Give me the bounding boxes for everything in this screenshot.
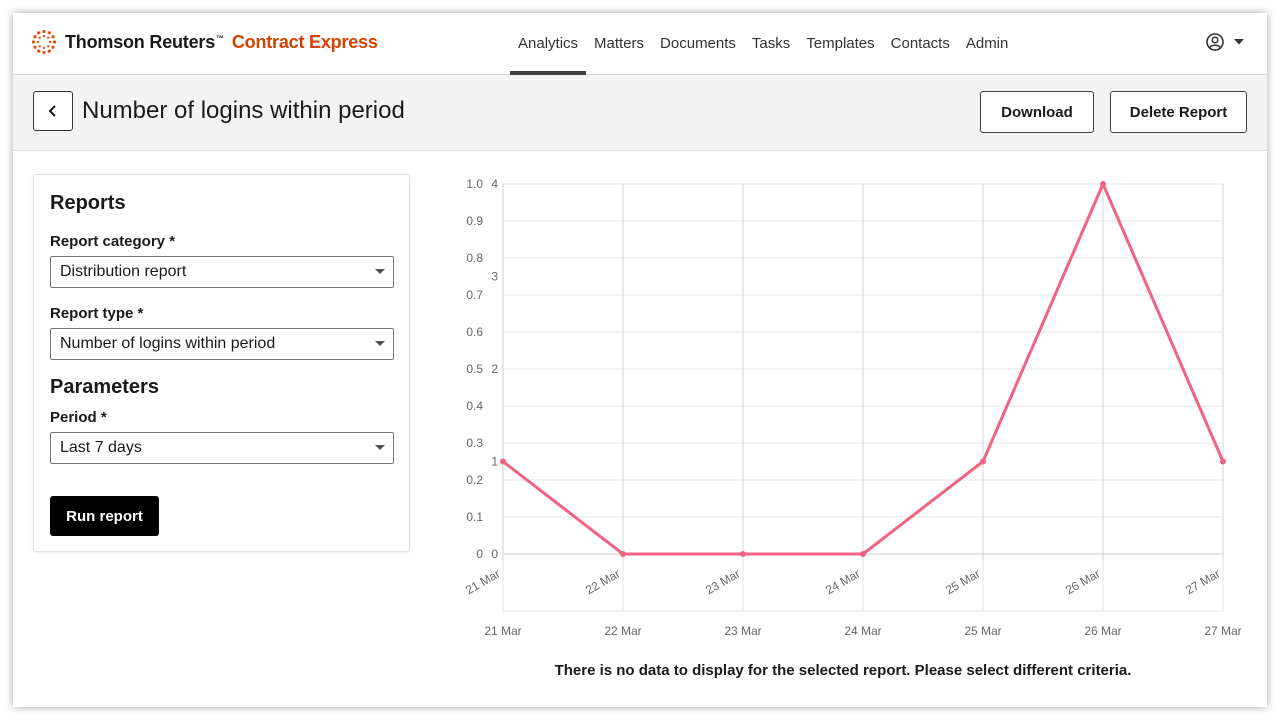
trademark-symbol: ™ (216, 33, 224, 43)
data-point (620, 551, 626, 557)
y2-tick-label: 0.7 (466, 288, 483, 302)
data-point (980, 458, 986, 465)
data-point (500, 458, 506, 465)
period-value: Last 7 days (60, 439, 142, 456)
page-title: Number of logins within period (82, 97, 405, 124)
report-type-value: Number of logins within period (60, 335, 276, 352)
dropdown-caret-icon (375, 445, 385, 450)
data-point (740, 551, 746, 557)
x-tick-label-rotated: 21 Mar (463, 566, 502, 597)
y2-tick-label: 0.3 (466, 436, 483, 450)
y-tick-label: 3 (491, 270, 498, 284)
back-button[interactable] (33, 91, 73, 131)
report-category-label: Report category * (50, 233, 176, 250)
y-tick-label: 1 (491, 455, 498, 469)
y2-tick-label: 0.5 (466, 362, 483, 376)
page-header: Number of logins within period Download … (13, 75, 1267, 151)
x-tick-label: 26 Mar (1084, 624, 1121, 638)
no-data-message: There is no data to display for the sele… (554, 662, 1132, 679)
thomson-reuters-dots-icon (31, 29, 57, 55)
x-tick-label: 27 Mar (1204, 624, 1241, 638)
parameters-heading: Parameters (50, 376, 159, 398)
main-nav: Analytics Matters Documents Tasks Templa… (510, 13, 1017, 75)
x-tick-label-rotated: 22 Mar (583, 566, 622, 597)
data-point (1100, 181, 1106, 187)
report-category-value: Distribution report (60, 263, 187, 280)
nav-admin[interactable]: Admin (958, 13, 1017, 74)
y-tick-label: 2 (491, 362, 498, 376)
data-point (1220, 458, 1226, 465)
x-tick-label-rotated: 26 Mar (1063, 566, 1102, 597)
x-tick-label: 24 Mar (844, 624, 881, 638)
period-select[interactable]: Last 7 days (50, 432, 394, 464)
delete-report-button[interactable]: Delete Report (1110, 91, 1247, 133)
logins-line-chart: 0 0.1 0.2 0.3 0.4 0.5 0.6 0.7 0.8 0.9 1.0 0 1 2 3 4 21 M… (463, 177, 1242, 638)
download-button[interactable]: Download (980, 91, 1094, 133)
y2-tick-label: 0.9 (466, 214, 483, 228)
app-window: Thomson Reuters™ Contract Express Analyt… (13, 13, 1267, 707)
user-circle-icon (1206, 33, 1224, 51)
report-category-select[interactable]: Distribution report (50, 256, 394, 288)
top-navigation-bar: Thomson Reuters™ Contract Express Analyt… (13, 13, 1267, 75)
x-tick-label-rotated: 23 Mar (703, 566, 742, 597)
y2-tick-label: 0.2 (466, 473, 483, 487)
brand-product-name: Contract Express (231, 31, 378, 52)
data-point (860, 551, 866, 557)
y2-tick-label: 0.1 (466, 510, 483, 524)
x-tick-label: 21 Mar (484, 624, 521, 638)
x-tick-label-rotated: 27 Mar (1183, 566, 1222, 597)
x-tick-label-rotated: 25 Mar (943, 566, 982, 597)
brand-company-name: Thomson Reuters™ (65, 31, 224, 52)
x-tick-label: 23 Mar (724, 624, 761, 638)
period-label: Period * (50, 409, 107, 426)
y2-tick-label: 1.0 (466, 177, 483, 191)
y2-tick-label: 0 (476, 547, 483, 561)
chevron-down-icon (1234, 39, 1244, 45)
report-settings-panel: Reports Report category * Distribution r… (33, 174, 410, 552)
y-tick-label: 4 (491, 177, 498, 191)
user-menu-button[interactable] (1205, 32, 1245, 52)
report-type-label: Report type * (50, 305, 144, 322)
nav-contacts[interactable]: Contacts (883, 13, 958, 74)
x-tick-label-rotated: 24 Mar (823, 566, 862, 597)
x-tick-label: 25 Mar (964, 624, 1001, 638)
run-report-button[interactable]: Run report (50, 496, 159, 536)
y-tick-label: 0 (491, 547, 498, 561)
nav-documents[interactable]: Documents (652, 13, 744, 74)
brand-logo[interactable]: Thomson Reuters™ Contract Express (31, 27, 378, 57)
nav-analytics[interactable]: Analytics (510, 13, 587, 75)
reports-heading: Reports (50, 192, 126, 214)
report-type-select[interactable]: Number of logins within period (50, 328, 394, 360)
x-tick-label: 22 Mar (604, 624, 641, 638)
y2-tick-label: 0.8 (466, 251, 483, 265)
dropdown-caret-icon (375, 341, 385, 346)
y2-tick-label: 0.4 (466, 399, 483, 413)
nav-templates[interactable]: Templates (798, 13, 882, 74)
nav-matters[interactable]: Matters (586, 13, 652, 74)
dropdown-caret-icon (375, 269, 385, 274)
nav-tasks[interactable]: Tasks (744, 13, 798, 74)
y2-tick-label: 0.6 (466, 325, 483, 339)
chevron-left-icon (48, 105, 56, 117)
